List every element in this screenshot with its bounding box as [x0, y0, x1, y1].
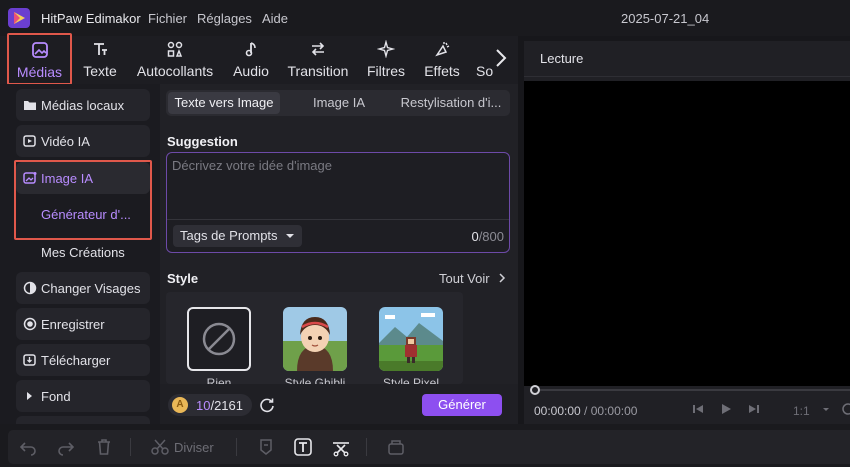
toolbar-separator — [366, 438, 367, 456]
style-label: Style — [167, 271, 199, 286]
tab-autocollants[interactable]: Autocollants — [134, 36, 216, 84]
sidebar-item-fond[interactable]: Fond — [16, 380, 150, 412]
ratio-dropdown-icon[interactable] — [818, 401, 834, 417]
redo-icon[interactable] — [56, 437, 76, 457]
project-name: 2025-07-21_04 — [621, 11, 710, 26]
tab-sous-titres[interactable]: So — [476, 36, 496, 84]
tab-medias[interactable]: Médias — [7, 33, 72, 85]
tab-audio[interactable]: Audio — [229, 36, 273, 84]
seek-handle[interactable] — [530, 385, 540, 395]
app-title: HitPaw Edimakor — [41, 11, 141, 26]
style-card-pixel[interactable] — [379, 307, 443, 371]
tab-effets[interactable]: Effets — [421, 36, 463, 84]
play-icon[interactable] — [718, 401, 734, 417]
chevron-right-icon — [499, 273, 506, 283]
text-icon — [80, 40, 120, 62]
delete-icon[interactable] — [94, 437, 114, 457]
filters-icon — [365, 39, 407, 62]
snapshot-icon[interactable] — [838, 401, 850, 417]
char-count: 0/800 — [471, 229, 504, 244]
prompt-tags-button[interactable]: Tags de Prompts — [173, 225, 302, 247]
credit-count: 10/2161 — [196, 398, 244, 413]
preview-screen[interactable] — [524, 81, 850, 386]
sidebar-item-more — [16, 416, 150, 424]
prev-frame-icon[interactable] — [690, 401, 706, 417]
face-swap-icon — [23, 281, 37, 295]
prompt-divider — [167, 219, 509, 220]
split-label[interactable]: Diviser — [174, 440, 214, 455]
menu-reglages[interactable]: Réglages — [197, 11, 252, 26]
caret-right-icon — [27, 392, 32, 400]
seek-bar[interactable] — [538, 389, 850, 391]
tab-image-ia[interactable]: Image IA — [296, 90, 382, 116]
sidebar-item-enregistrer[interactable]: Enregistrer — [16, 308, 150, 340]
folder-icon — [24, 101, 36, 110]
stickers-icon — [134, 40, 216, 62]
transition-icon — [286, 40, 350, 62]
ghibli-style-thumbnail — [283, 307, 347, 371]
menu-fichier[interactable]: Fichier — [148, 11, 187, 26]
freeze-frame-icon[interactable] — [386, 437, 406, 457]
menu-aide[interactable]: Aide — [262, 11, 288, 26]
crop-cut-icon[interactable] — [331, 437, 351, 457]
chevron-down-icon — [286, 234, 295, 238]
media-icon — [9, 41, 70, 63]
tab-filtres[interactable]: Filtres — [365, 36, 407, 84]
sidebar-item-changer-visages[interactable]: Changer Visages — [16, 272, 150, 304]
record-icon — [23, 317, 37, 331]
tab-texte-vers-image[interactable]: Texte vers Image — [168, 92, 280, 114]
tab-transition[interactable]: Transition — [286, 36, 350, 84]
style-card-rien[interactable] — [187, 307, 251, 371]
player-title: Lecture — [540, 51, 584, 66]
edit-toolbar-inner — [8, 430, 850, 464]
refresh-icon[interactable] — [258, 396, 276, 414]
mask-icon[interactable] — [256, 437, 276, 457]
app-logo-icon — [8, 8, 30, 28]
sidebar-item-video-ia[interactable]: Vidéo IA — [16, 125, 150, 157]
see-all-link[interactable]: Tout Voir — [439, 271, 506, 286]
sidebar-sub-mes-creations[interactable]: Mes Créations — [41, 245, 125, 260]
player-divider — [524, 76, 850, 77]
download-icon — [23, 354, 36, 366]
split-icon[interactable] — [150, 437, 170, 457]
credit-coin-icon: A — [172, 397, 188, 413]
text-box-icon[interactable] — [293, 437, 313, 457]
timecode: 00:00:00 / 00:00:00 — [534, 404, 638, 418]
prompt-input[interactable] — [172, 158, 502, 216]
effects-icon — [421, 40, 463, 62]
suggestion-label: Suggestion — [167, 134, 238, 149]
tab-texte[interactable]: Texte — [80, 36, 120, 84]
pixel-style-thumbnail — [379, 307, 443, 371]
toolbar-separator — [236, 438, 237, 456]
sidebar-sub-generateur[interactable]: Générateur d'... — [41, 207, 131, 222]
sidebar-item-medias-locaux[interactable]: Médias locaux — [16, 89, 150, 121]
ai-video-icon — [23, 135, 36, 147]
sidebar-item-telecharger[interactable]: Télécharger — [16, 344, 150, 376]
aspect-ratio-select[interactable]: 1:1 — [793, 404, 810, 418]
toolbar-scroll-right-icon[interactable] — [494, 48, 510, 70]
generate-button[interactable]: Générer — [422, 394, 502, 416]
next-frame-icon[interactable] — [746, 401, 762, 417]
subtitles-icon — [476, 40, 496, 62]
undo-icon[interactable] — [18, 437, 38, 457]
ai-image-icon — [23, 172, 37, 184]
style-card-ghibli[interactable] — [283, 307, 347, 371]
sidebar-item-image-ia[interactable]: Image IA — [16, 162, 150, 194]
none-icon — [202, 322, 236, 356]
audio-icon — [229, 40, 273, 62]
tab-restylisation[interactable]: Restylisation d'i... — [396, 90, 506, 116]
toolbar-separator — [130, 438, 131, 456]
